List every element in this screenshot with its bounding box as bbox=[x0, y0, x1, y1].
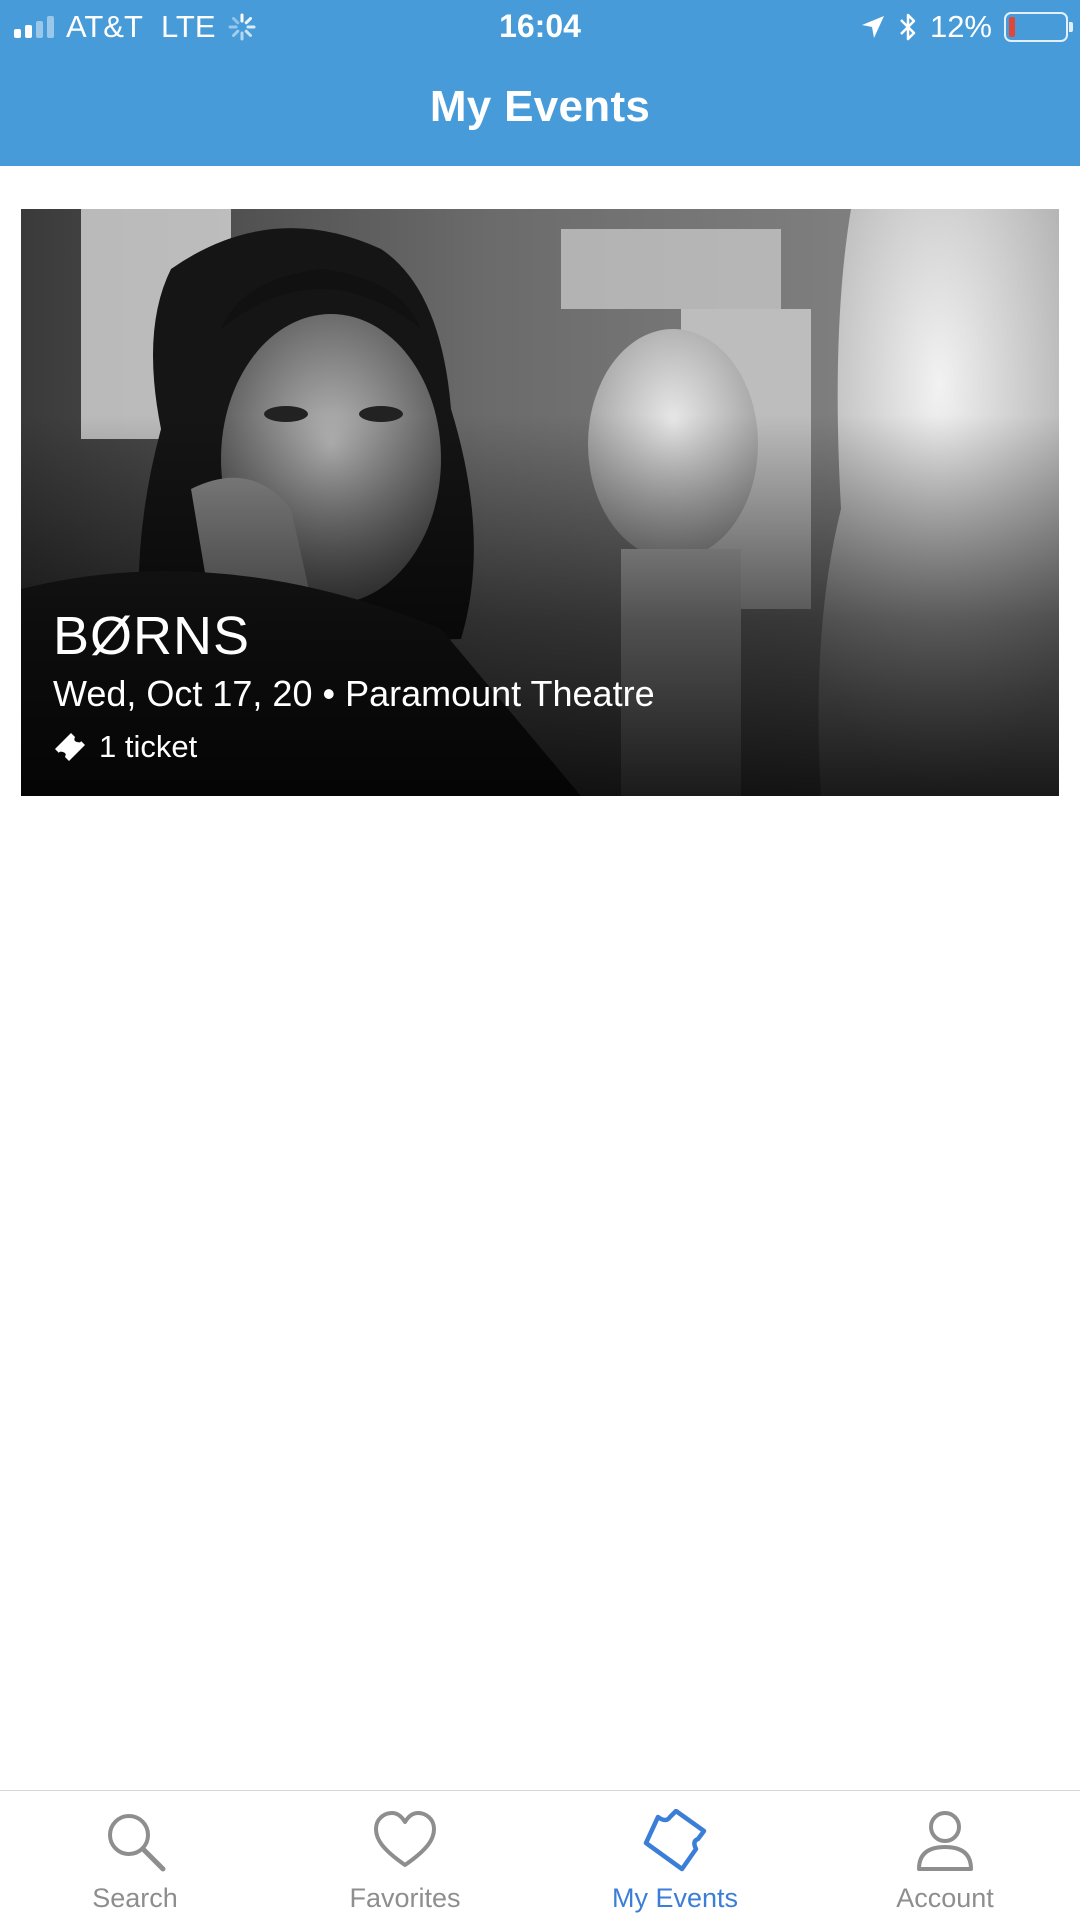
ticket-icon bbox=[643, 1809, 707, 1872]
heart-icon bbox=[374, 1811, 436, 1867]
event-card[interactable]: BØRNS Wed, Oct 17, 20 • Paramount Theatr… bbox=[21, 209, 1059, 796]
tab-my-events[interactable]: My Events bbox=[540, 1791, 810, 1921]
app-header: AT&T LTE 16:04 12% My Events bbox=[0, 0, 1080, 166]
event-date-venue: Wed, Oct 17, 20 • Paramount Theatre bbox=[53, 673, 655, 714]
ticket-icon bbox=[55, 733, 85, 761]
bluetooth-icon bbox=[900, 13, 916, 41]
person-icon bbox=[917, 1811, 973, 1871]
status-bar: AT&T LTE 16:04 12% bbox=[0, 0, 1080, 54]
battery-level bbox=[1009, 17, 1015, 37]
page-title: My Events bbox=[429, 82, 651, 131]
tab-search-label: Search bbox=[92, 1883, 178, 1913]
battery-percent: 12% bbox=[929, 9, 992, 44]
location-arrow-icon bbox=[861, 16, 884, 38]
ticket-count: 1 ticket bbox=[53, 729, 197, 765]
ticket-count-label: 1 ticket bbox=[99, 729, 198, 764]
search-icon bbox=[108, 1814, 166, 1872]
tab-favorites[interactable]: Favorites bbox=[270, 1791, 540, 1921]
tab-search[interactable]: Search bbox=[0, 1791, 270, 1921]
tab-bar: Search Favorites My Events Account bbox=[0, 1790, 1080, 1920]
event-name: BØRNS bbox=[53, 606, 251, 666]
battery-icon bbox=[1004, 12, 1073, 42]
tab-my-events-label: My Events bbox=[611, 1883, 739, 1913]
tab-account[interactable]: Account bbox=[810, 1791, 1080, 1921]
tab-favorites-label: Favorites bbox=[349, 1883, 461, 1913]
tab-account-label: Account bbox=[896, 1883, 994, 1913]
